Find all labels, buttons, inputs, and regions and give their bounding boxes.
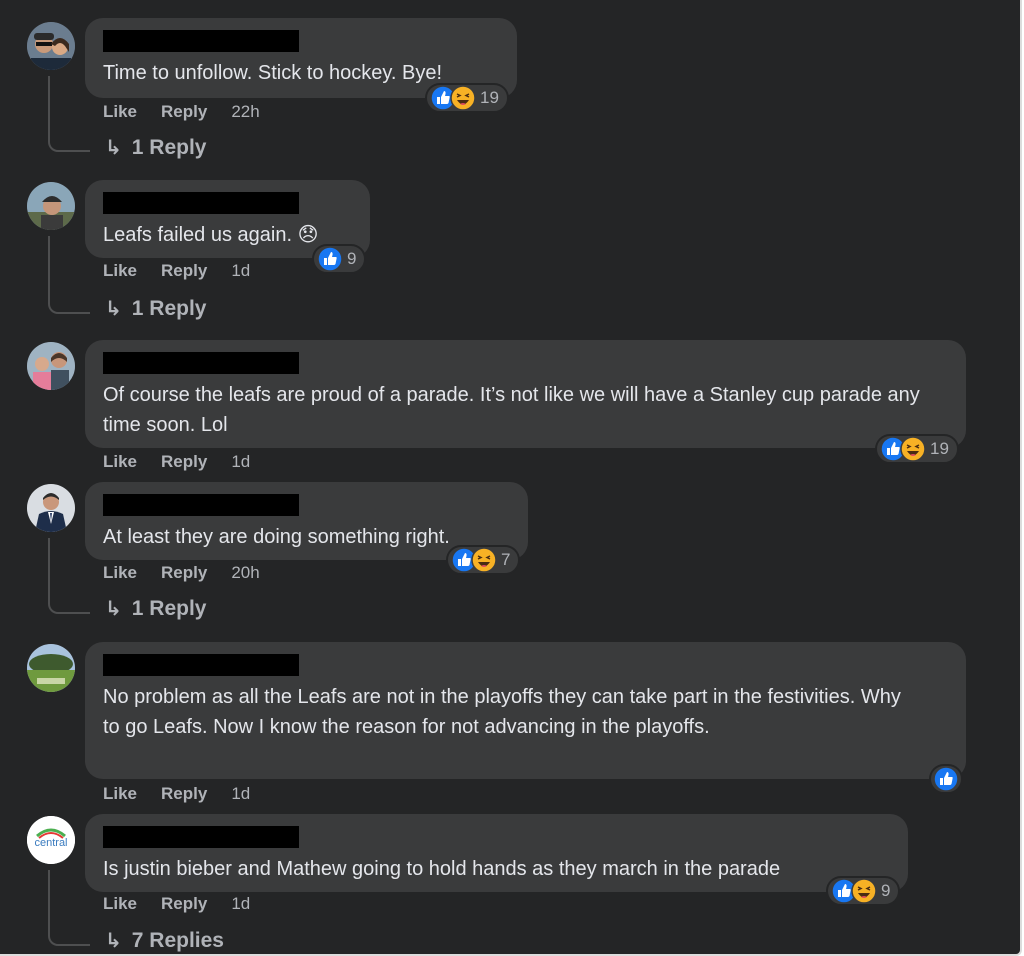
view-replies-link[interactable]: ↳ 7 Replies [105,928,224,953]
avatar-landscape-image [27,644,75,692]
comment-text: At least they are doing something right. [103,526,450,548]
comment-text: Leafs failed us again. 😞 [103,224,319,246]
comment-text: Of course the leafs are proud of a parad… [103,384,926,436]
reply-button[interactable]: Reply [161,784,207,804]
thread-line [48,870,90,946]
like-button[interactable]: Like [103,784,137,804]
comments-panel: Time to unfollow. Stick to hockey. Bye! … [0,0,1022,956]
thread-line [48,236,90,314]
comment-bubble: Is justin bieber and Mathew going to hol… [85,814,908,892]
redacted-author-name [103,826,299,848]
comment-actions: Like Reply 1d [103,452,250,472]
reaction-count: 9 [347,249,357,268]
reaction-count: 19 [930,439,949,458]
reply-arrow-icon: ↳ [105,298,122,320]
central-logo-icon: central [27,816,75,864]
timestamp[interactable]: 1d [231,784,250,804]
avatar[interactable] [27,484,75,532]
replies-count: 1 Reply [131,596,207,620]
avatar[interactable] [27,342,75,390]
avatar[interactable] [27,644,75,692]
redacted-author-name [103,494,299,516]
avatar[interactable] [27,22,75,70]
haha-icon [471,547,497,573]
avatar[interactable]: central [27,816,75,864]
reply-button[interactable]: Reply [161,102,207,122]
redacted-author-name [103,654,299,676]
reply-button[interactable]: Reply [161,452,207,472]
thread-line [48,538,90,614]
reaction-summary[interactable]: 19 [875,434,959,464]
thread-line [48,76,90,152]
reply-arrow-icon: ↳ [105,598,122,620]
redacted-author-name [103,30,299,52]
view-replies-link[interactable]: ↳ 1 Reply [105,135,206,160]
reply-arrow-icon: ↳ [105,930,122,952]
reaction-count: 9 [881,881,891,900]
haha-icon [450,85,476,111]
avatar[interactable] [27,182,75,230]
replies-count: 1 Reply [131,296,207,320]
comment-actions: Like Reply 20h [103,563,260,583]
avatar-couple-image [27,22,75,70]
comment-bubble: No problem as all the Leafs are not in t… [85,642,966,779]
comment-text: Is justin bieber and Mathew going to hol… [103,858,781,880]
comment-actions: Like Reply 22h [103,102,260,122]
timestamp[interactable]: 1d [231,894,250,914]
like-icon [933,766,959,792]
redacted-author-name [103,192,299,214]
reaction-summary[interactable]: 19 [425,83,509,113]
view-replies-link[interactable]: ↳ 1 Reply [105,596,206,621]
comment-actions: Like Reply 1d [103,894,250,914]
reply-button[interactable]: Reply [161,894,207,914]
reaction-count: 7 [501,550,511,569]
comment-actions: Like Reply 1d [103,261,250,281]
redacted-author-name [103,352,299,374]
comment-actions: Like Reply 1d [103,784,250,804]
like-button[interactable]: Like [103,452,137,472]
reaction-summary[interactable] [929,764,963,794]
comment-text: No problem as all the Leafs are not in t… [103,686,907,738]
logo-text: central [34,837,67,849]
replies-count: 7 Replies [131,928,224,952]
avatar-suit-image [27,484,75,532]
reply-arrow-icon: ↳ [105,137,122,159]
reaction-summary[interactable]: 9 [826,876,901,906]
view-replies-link[interactable]: ↳ 1 Reply [105,296,206,321]
reaction-summary[interactable]: 9 [312,244,367,274]
like-icon [317,246,343,272]
comment-bubble: Of course the leafs are proud of a parad… [85,340,966,448]
timestamp[interactable]: 22h [231,102,259,122]
haha-icon [851,878,877,904]
reply-button[interactable]: Reply [161,261,207,281]
haha-icon [900,436,926,462]
reply-button[interactable]: Reply [161,563,207,583]
like-button[interactable]: Like [103,102,137,122]
reaction-count: 19 [480,88,499,107]
avatar-family-image [27,342,75,390]
like-button[interactable]: Like [103,261,137,281]
timestamp[interactable]: 1d [231,261,250,281]
like-button[interactable]: Like [103,563,137,583]
reaction-summary[interactable]: 7 [446,545,521,575]
timestamp[interactable]: 20h [231,563,259,583]
like-button[interactable]: Like [103,894,137,914]
replies-count: 1 Reply [131,135,207,159]
avatar-man-cap-image [27,182,75,230]
timestamp[interactable]: 1d [231,452,250,472]
